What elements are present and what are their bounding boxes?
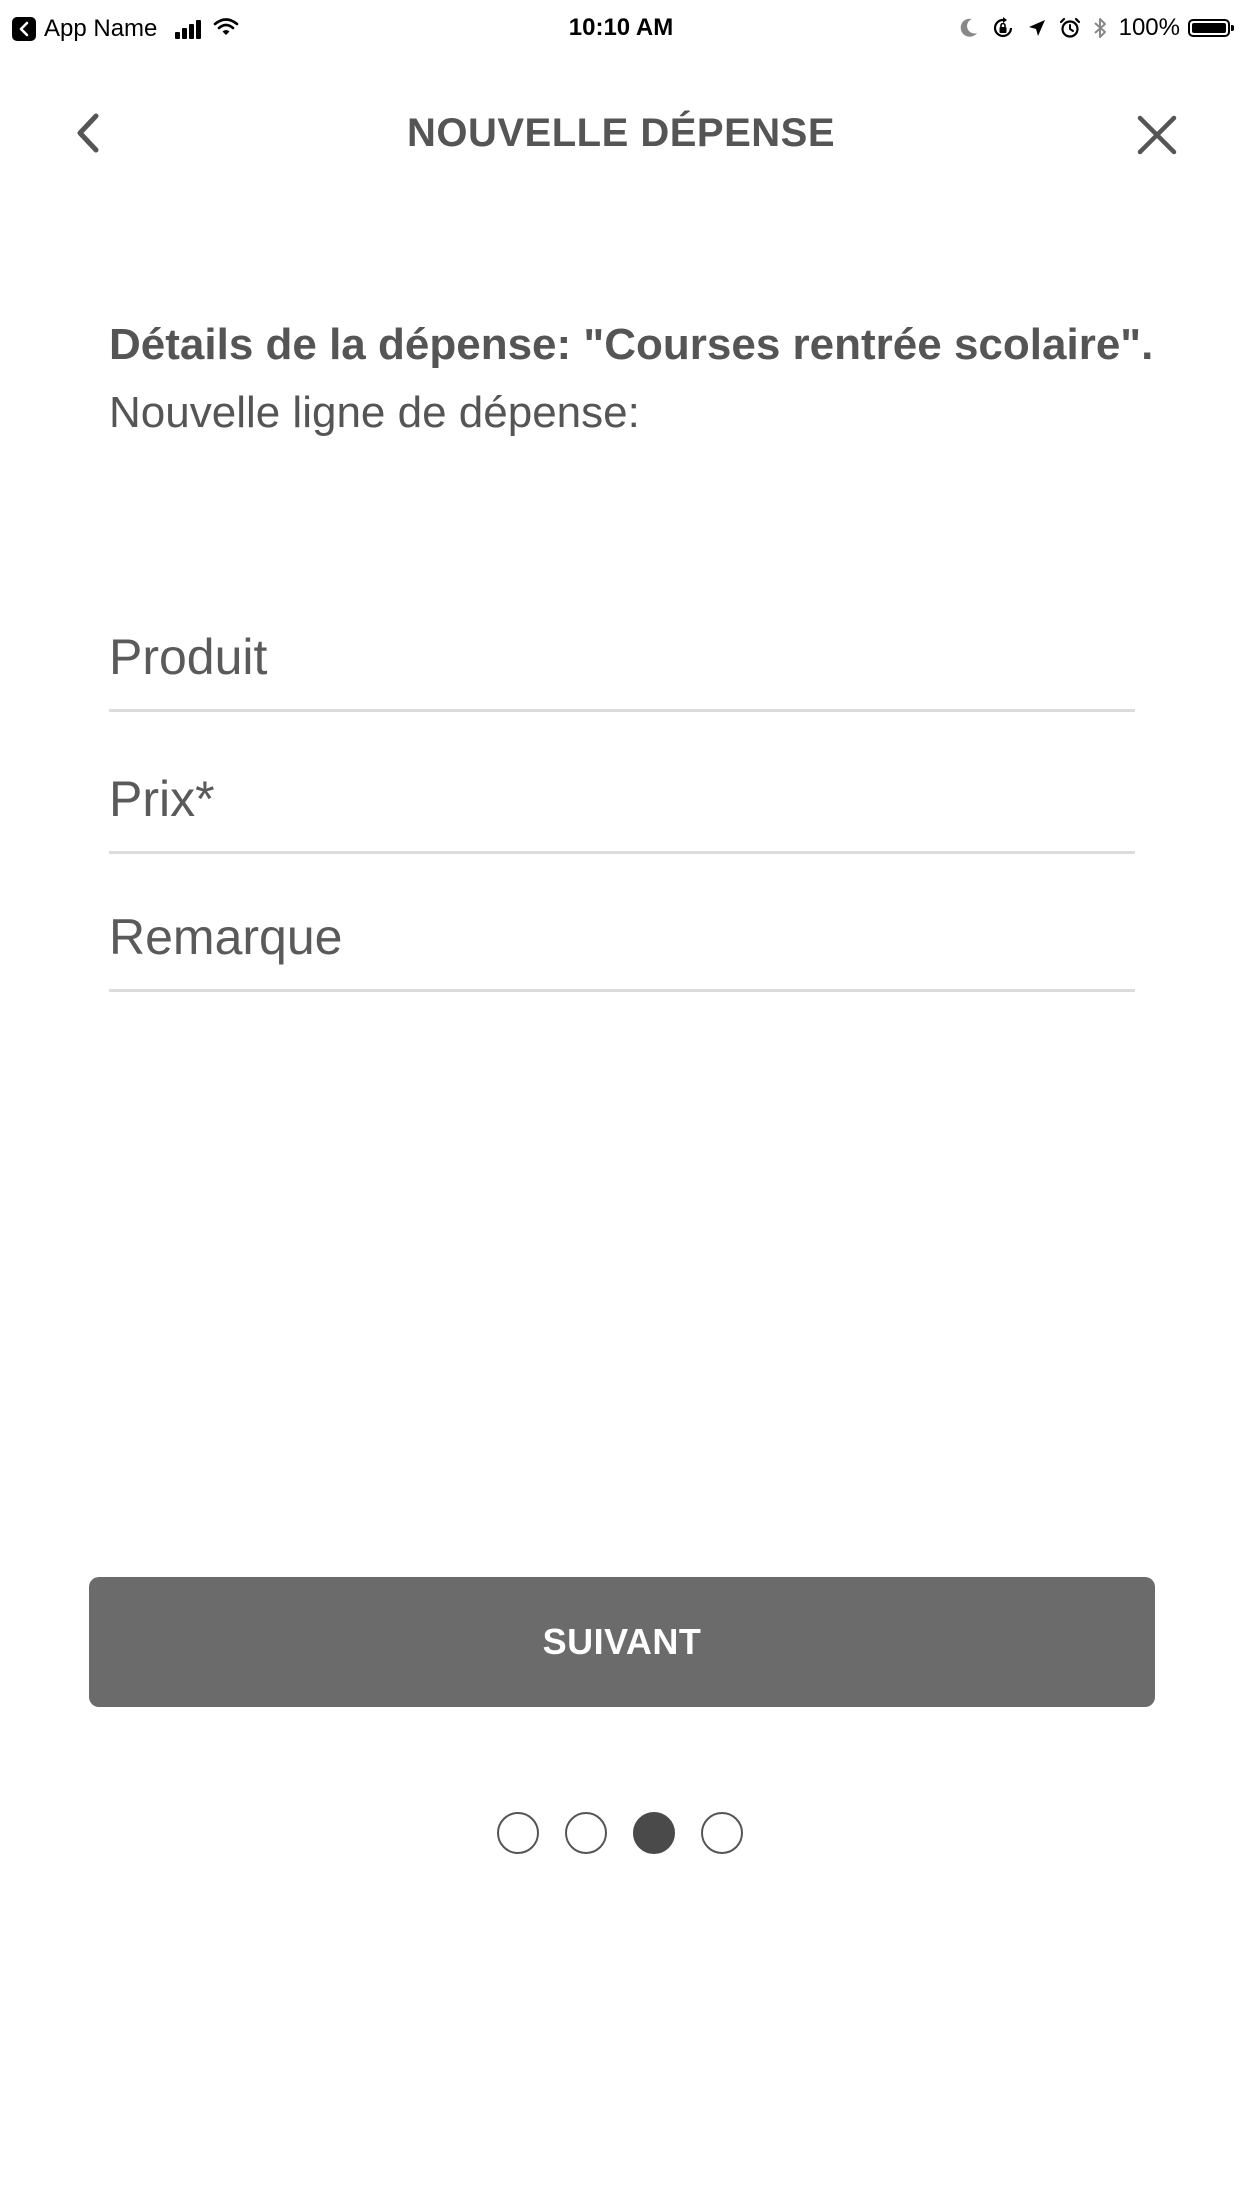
page-title: NOUVELLE DÉPENSE: [406, 111, 836, 155]
alarm-icon: [1059, 17, 1081, 39]
expense-details-heading: Détails de la dépense: "Courses rentrée …: [109, 320, 1154, 369]
step-pager: [497, 1812, 743, 1854]
close-button[interactable]: [1132, 110, 1182, 160]
price-input[interactable]: [109, 764, 1135, 834]
product-input[interactable]: [109, 622, 1135, 692]
product-field: [109, 622, 1135, 712]
pager-dot-3-active: [633, 1812, 675, 1854]
moon-icon: [959, 17, 979, 39]
price-field: [109, 764, 1135, 854]
battery-percent: 100%: [1118, 14, 1180, 41]
pager-dot-4: [701, 1812, 743, 1854]
location-icon: [1027, 18, 1047, 38]
new-line-subheading: Nouvelle ligne de dépense:: [109, 388, 640, 437]
bluetooth-icon: [1093, 16, 1107, 40]
rotation-lock-icon: [991, 16, 1015, 40]
battery-icon: [1188, 19, 1234, 37]
status-bar: App Name 10:10 AM 100%: [0, 0, 1242, 60]
status-bar-right: 100%: [947, 14, 1234, 42]
next-button[interactable]: SUIVANT: [89, 1577, 1155, 1707]
pager-dot-1: [497, 1812, 539, 1854]
remark-field: [109, 902, 1135, 992]
remark-input[interactable]: [109, 902, 1135, 972]
close-icon: [1137, 115, 1177, 155]
pager-dot-2: [565, 1812, 607, 1854]
